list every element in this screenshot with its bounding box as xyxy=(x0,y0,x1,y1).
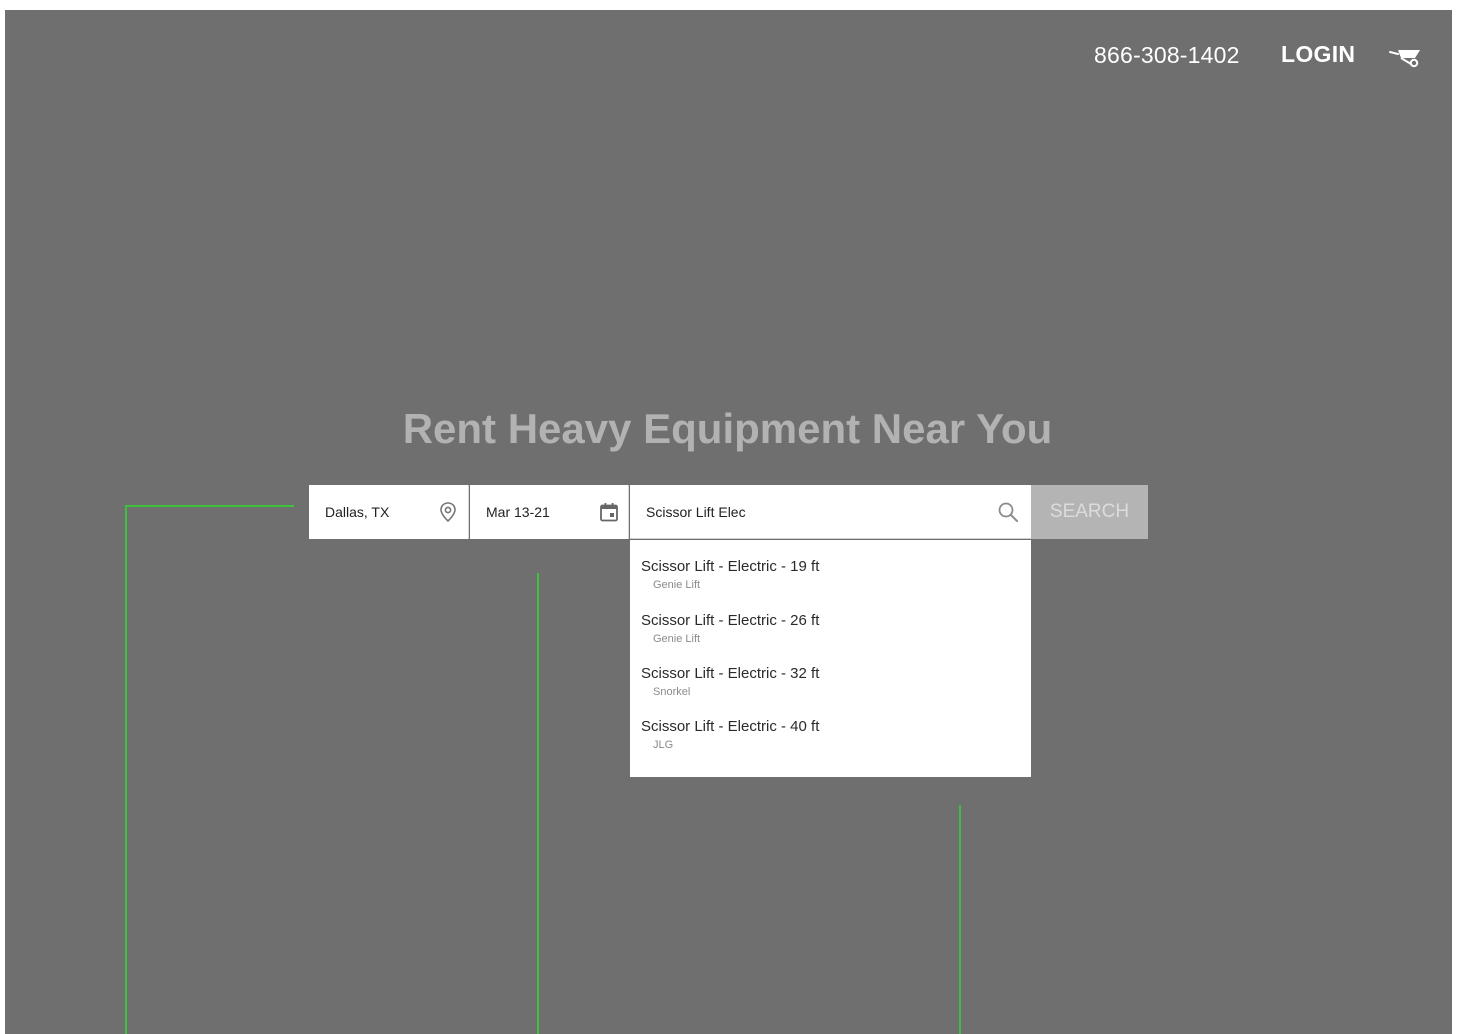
login-link[interactable]: LOGIN xyxy=(1281,41,1355,68)
dates-value: Mar 13-21 xyxy=(486,504,550,520)
wheelbarrow-cart-icon[interactable] xyxy=(1388,44,1424,68)
suggestion-brand: Genie Lift xyxy=(653,633,701,645)
suggestion-brand: JLG xyxy=(653,739,674,751)
location-pin-icon xyxy=(437,501,459,523)
location-value: Dallas, TX xyxy=(325,504,390,520)
suggestion-item[interactable]: Scissor Lift - Electric - 40 ft JLG xyxy=(641,718,819,751)
annotation-line-suggestions xyxy=(959,805,961,1034)
phone-number[interactable]: 866-308-1402 xyxy=(1094,42,1240,69)
suggestion-brand: Genie Lift xyxy=(653,579,701,591)
hero-title: Rent Heavy Equipment Near You xyxy=(402,405,1053,452)
suggestion-name: Scissor Lift - Electric - 26 ft xyxy=(641,612,820,629)
search-button[interactable]: SEARCH xyxy=(1031,485,1148,539)
search-icon[interactable] xyxy=(997,501,1019,523)
suggestions-dropdown: Scissor Lift - Electric - 19 ft Genie Li… xyxy=(630,540,1031,777)
search-query-value: Scissor Lift Elec xyxy=(646,504,746,520)
equipment-search-input[interactable]: Scissor Lift Elec xyxy=(630,485,1031,539)
annotation-line-location-vertical xyxy=(125,505,127,1034)
calendar-icon xyxy=(598,501,620,523)
annotation-line-location-horizontal xyxy=(125,505,294,507)
suggestion-item[interactable]: Scissor Lift - Electric - 26 ft Genie Li… xyxy=(641,612,819,645)
suggestion-name: Scissor Lift - Electric - 40 ft xyxy=(641,718,820,735)
suggestion-item[interactable]: Scissor Lift - Electric - 19 ft Genie Li… xyxy=(641,558,819,591)
suggestion-brand: Snorkel xyxy=(653,686,691,698)
dates-field[interactable]: Mar 13-21 xyxy=(470,485,629,539)
location-field[interactable]: Dallas, TX xyxy=(309,485,469,539)
suggestion-name: Scissor Lift - Electric - 19 ft xyxy=(641,558,820,575)
page-background: 866-308-1402 LOGIN Rent Heavy Equipment … xyxy=(5,10,1452,1034)
annotation-line-dates xyxy=(537,573,539,1034)
suggestion-item[interactable]: Scissor Lift - Electric - 32 ft Snorkel xyxy=(641,665,819,698)
suggestion-name: Scissor Lift - Electric - 32 ft xyxy=(641,665,820,682)
